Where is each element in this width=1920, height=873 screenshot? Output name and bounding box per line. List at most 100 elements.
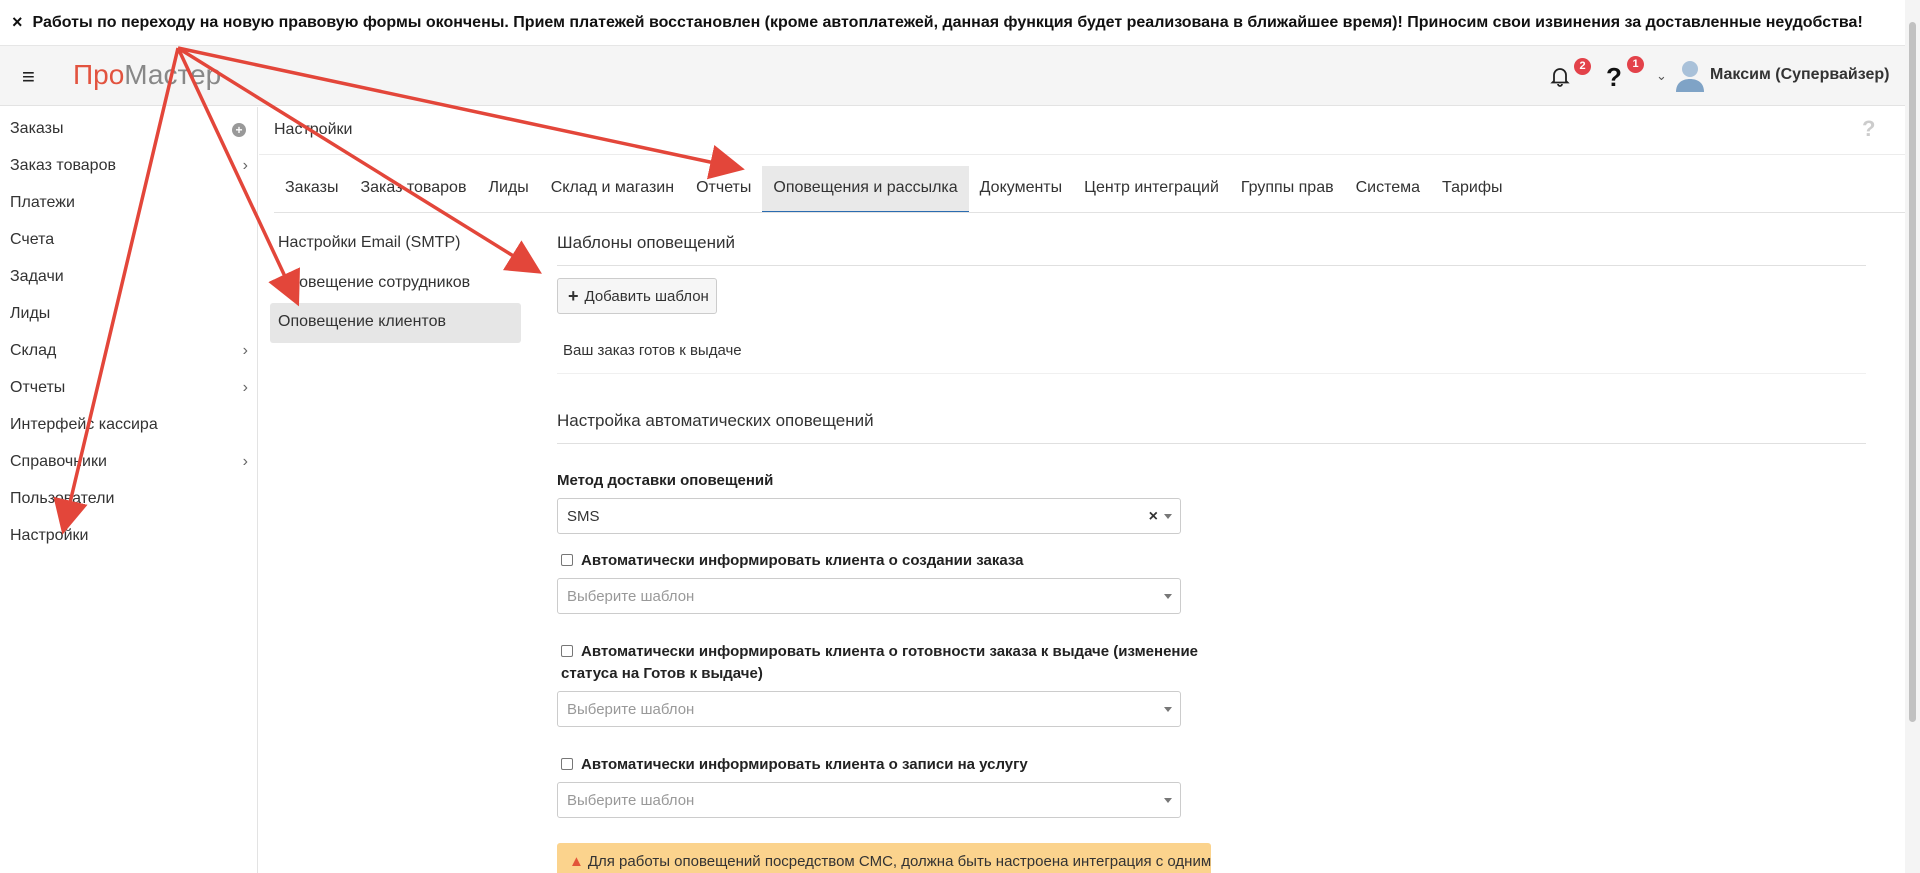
tab-notifications[interactable]: Оповещения и рассылка bbox=[762, 166, 969, 213]
sidebar-item-cashier[interactable]: Интерфейс кассира bbox=[10, 416, 254, 434]
template-select-create-order[interactable]: Выберите шаблон bbox=[557, 578, 1181, 614]
sidebar-item-reports[interactable]: Отчеты › bbox=[10, 379, 254, 397]
chevron-down-icon[interactable]: ⌄ bbox=[1656, 68, 1667, 84]
sidebar-item-label: Задачи bbox=[10, 268, 64, 285]
warning-icon: ▲ bbox=[569, 853, 584, 870]
chevron-down-icon[interactable] bbox=[1164, 798, 1172, 803]
auto-ready-order-option: Автоматически информировать клиента о го… bbox=[561, 641, 1201, 685]
divider bbox=[557, 443, 1866, 444]
sidebar-item-label: Платежи bbox=[10, 194, 75, 211]
auto-create-order-option: Автоматически информировать клиента о со… bbox=[561, 550, 1201, 572]
chevron-right-icon: › bbox=[242, 453, 248, 470]
templates-section-title: Шаблоны оповещений bbox=[557, 233, 735, 252]
divider bbox=[274, 212, 1905, 213]
delivery-method-label: Метод доставки оповещений bbox=[557, 472, 774, 489]
sms-warning-text: Для работы оповещений посредством СМС, д… bbox=[587, 853, 1211, 870]
template-list-item[interactable]: Ваш заказ готов к выдаче bbox=[557, 334, 1866, 374]
notifications-badge: 2 bbox=[1574, 58, 1591, 75]
divider bbox=[259, 154, 1905, 155]
sidebar-item-users[interactable]: Пользователи bbox=[10, 490, 254, 508]
scrollbar-thumb[interactable] bbox=[1909, 22, 1916, 722]
scrollbar[interactable] bbox=[1905, 0, 1920, 873]
delivery-method-value: SMS bbox=[567, 508, 600, 525]
plus-icon: + bbox=[568, 285, 579, 306]
template-select-placeholder: Выберите шаблон bbox=[567, 588, 695, 605]
logo[interactable]: ПроМастер bbox=[73, 59, 221, 91]
clear-icon[interactable]: × bbox=[1149, 508, 1158, 526]
sidebar-item-label: Счета bbox=[10, 231, 55, 248]
add-template-label: Добавить шаблон bbox=[584, 287, 709, 305]
bell-icon[interactable] bbox=[1548, 64, 1574, 90]
sidebar-item-tasks[interactable]: Задачи bbox=[10, 268, 254, 286]
template-select-placeholder: Выберите шаблон bbox=[567, 792, 695, 809]
template-select-ready-order[interactable]: Выберите шаблон bbox=[557, 691, 1181, 727]
sidebar-item-settings[interactable]: Настройки bbox=[10, 527, 254, 545]
sidebar-item-label: Интерфейс кассира bbox=[10, 416, 158, 433]
sidebar-item-label: Склад bbox=[10, 342, 57, 359]
tab-permission-groups[interactable]: Группы прав bbox=[1230, 166, 1345, 213]
announcement-bar: × Работы по переходу на новую правовую ф… bbox=[0, 0, 1920, 46]
submenu-email-smtp[interactable]: Настройки Email (SMTP) bbox=[270, 224, 521, 264]
sms-warning-alert: ▲ Для работы оповещений посредством СМС, … bbox=[557, 843, 1211, 873]
help-icon[interactable]: ? bbox=[1862, 116, 1875, 142]
chevron-down-icon[interactable] bbox=[1164, 707, 1172, 712]
auto-service-booking-label: Автоматически информировать клиента о за… bbox=[581, 756, 1028, 773]
tab-warehouse[interactable]: Склад и магазин bbox=[540, 166, 685, 213]
sidebar-item-invoices[interactable]: Счета bbox=[10, 231, 254, 249]
help-badge: 1 bbox=[1627, 56, 1644, 73]
add-circle-icon[interactable]: + bbox=[232, 123, 246, 137]
auto-create-order-checkbox[interactable] bbox=[561, 554, 573, 566]
sidebar-item-label: Отчеты bbox=[10, 379, 66, 396]
auto-service-booking-checkbox[interactable] bbox=[561, 758, 573, 770]
submenu-staff-notifications[interactable]: Оповещение сотрудников bbox=[270, 264, 521, 304]
logo-part-1: Про bbox=[73, 59, 125, 90]
tab-orders[interactable]: Заказы bbox=[274, 166, 349, 213]
sidebar-item-payments[interactable]: Платежи bbox=[10, 194, 254, 212]
tab-goods-order[interactable]: Заказ товаров bbox=[349, 166, 477, 213]
sidebar-item-goods-order[interactable]: Заказ товаров › bbox=[10, 157, 254, 175]
submenu-client-notifications[interactable]: Оповещение клиентов bbox=[270, 303, 521, 343]
sidebar-item-label: Лиды bbox=[10, 305, 51, 322]
sidebar-item-label: Пользователи bbox=[10, 490, 115, 507]
close-icon[interactable]: × bbox=[12, 12, 23, 33]
tab-documents[interactable]: Документы bbox=[969, 166, 1073, 213]
add-template-button[interactable]: + Добавить шаблон bbox=[557, 278, 717, 314]
auto-section-title: Настройка автоматических оповещений bbox=[557, 411, 874, 430]
auto-ready-order-label: Автоматически информировать клиента о го… bbox=[561, 643, 1199, 682]
chevron-down-icon[interactable] bbox=[1164, 594, 1172, 599]
sidebar-item-directories[interactable]: Справочники › bbox=[10, 453, 254, 471]
sidebar-item-label: Настройки bbox=[10, 527, 89, 544]
top-header: ≡ ПроМастер 2 ? 1 ⌄ Максим (Супервайзер) bbox=[0, 46, 1920, 106]
settings-tabs: Заказы Заказ товаров Лиды Склад и магази… bbox=[274, 166, 1513, 213]
template-select-service-booking[interactable]: Выберите шаблон bbox=[557, 782, 1181, 818]
sidebar-item-warehouse[interactable]: Склад › bbox=[10, 342, 254, 360]
tab-system[interactable]: Система bbox=[1345, 166, 1431, 213]
sidebar-item-orders[interactable]: Заказы + bbox=[10, 120, 254, 138]
sidebar-item-label: Заказы bbox=[10, 120, 64, 137]
chevron-down-icon[interactable] bbox=[1164, 514, 1172, 519]
avatar[interactable] bbox=[1674, 58, 1706, 92]
tab-reports[interactable]: Отчеты bbox=[685, 166, 762, 213]
delivery-method-select[interactable]: SMS × bbox=[557, 498, 1181, 534]
chevron-right-icon: › bbox=[242, 342, 248, 359]
tab-leads[interactable]: Лиды bbox=[477, 166, 539, 213]
auto-service-booking-option: Автоматически информировать клиента о за… bbox=[561, 754, 1201, 776]
page-title: Настройки bbox=[274, 121, 353, 138]
announcement-text: Работы по переходу на новую правовую фор… bbox=[32, 13, 1863, 31]
tab-integrations[interactable]: Центр интеграций bbox=[1073, 166, 1230, 213]
divider bbox=[557, 265, 1866, 266]
sidebar: Заказы + Заказ товаров › Платежи Счета З… bbox=[0, 107, 258, 873]
user-name[interactable]: Максим (Супервайзер) bbox=[1710, 66, 1889, 84]
auto-create-order-label: Автоматически информировать клиента о со… bbox=[581, 552, 1024, 569]
chevron-right-icon: › bbox=[242, 379, 248, 396]
tab-tariffs[interactable]: Тарифы bbox=[1431, 166, 1513, 213]
template-select-placeholder: Выберите шаблон bbox=[567, 701, 695, 718]
sidebar-item-leads[interactable]: Лиды bbox=[10, 305, 254, 323]
sidebar-item-label: Справочники bbox=[10, 453, 107, 470]
logo-part-2: Мастер bbox=[124, 59, 222, 90]
auto-ready-order-checkbox[interactable] bbox=[561, 645, 573, 657]
help-icon[interactable]: ? bbox=[1606, 62, 1622, 93]
chevron-right-icon: › bbox=[242, 157, 248, 174]
sidebar-item-label: Заказ товаров bbox=[10, 157, 116, 174]
menu-icon[interactable]: ≡ bbox=[22, 64, 35, 90]
